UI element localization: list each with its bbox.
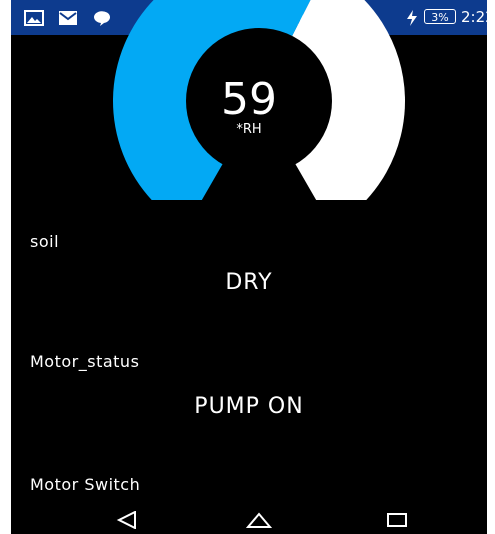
motor-switch-label: Motor Switch [30, 475, 141, 494]
soil-label: soil [30, 232, 60, 251]
home-button[interactable] [239, 506, 279, 534]
gauge-value: 59 [221, 74, 277, 125]
recents-button[interactable] [377, 506, 417, 534]
motor-status-value: PUMP ON [194, 394, 304, 419]
gauge-unit: *RH [236, 122, 262, 137]
back-button[interactable] [107, 506, 147, 534]
phone-screen: 1 2 LTE 3% 2:22 59 *RH soil DRY Motor_st… [11, 0, 487, 534]
back-icon [116, 511, 136, 529]
recents-icon [387, 513, 407, 527]
motor-status-label: Motor_status [30, 352, 140, 371]
soil-value: DRY [225, 270, 273, 295]
humidity-gauge: 59 *RH [11, 0, 487, 228]
home-icon [246, 512, 272, 528]
navigation-bar [11, 506, 487, 534]
